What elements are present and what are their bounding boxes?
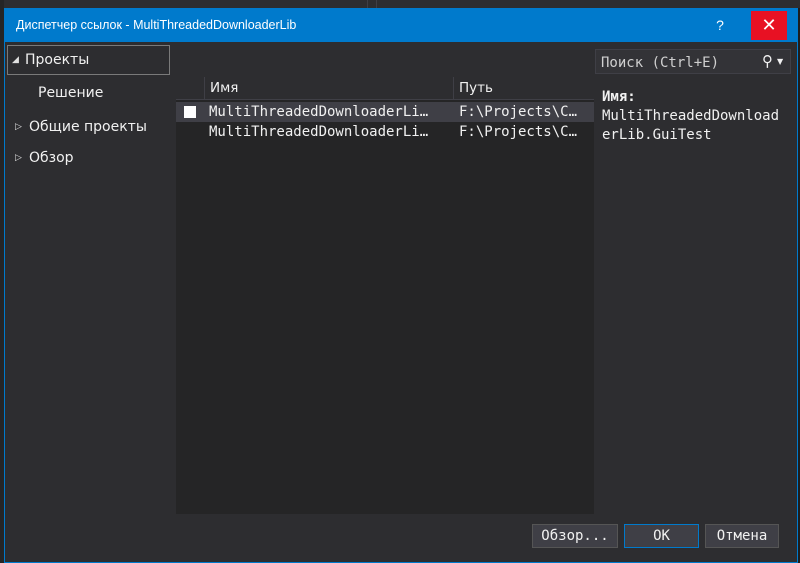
help-button[interactable]: ? bbox=[702, 12, 738, 39]
column-header-path[interactable]: Путь bbox=[454, 77, 594, 99]
ide-background-divider bbox=[376, 0, 377, 8]
search-box: ⚲ ▼ bbox=[595, 49, 791, 75]
details-panel: Имя: MultiThreadedDownloaderLib.GuiTest bbox=[602, 88, 787, 145]
left-navigation: ◢ Проекты Решение ▷ Общие проекты ▷ Обзо… bbox=[5, 42, 174, 518]
row-path: F:\Projects\C… bbox=[459, 124, 578, 140]
ok-button[interactable]: ОК bbox=[624, 524, 699, 548]
reference-manager-dialog: Диспетчер ссылок - MultiThreadedDownload… bbox=[4, 8, 798, 563]
details-value: MultiThreadedDownloaderLib.GuiTest bbox=[602, 108, 780, 143]
nav-item-label: Общие проекты bbox=[29, 119, 147, 135]
dialog-title: Диспетчер ссылок - MultiThreadedDownload… bbox=[16, 18, 297, 32]
browse-button[interactable]: Обзор... bbox=[532, 524, 618, 548]
nav-item-shared-projects[interactable]: ▷ Общие проекты bbox=[7, 113, 170, 143]
close-button[interactable]: ✕ bbox=[751, 11, 787, 40]
nav-item-projects[interactable]: ◢ Проекты bbox=[7, 45, 170, 75]
row-checkbox[interactable] bbox=[184, 106, 196, 118]
column-header-name[interactable]: Имя bbox=[205, 77, 453, 99]
nav-item-solution[interactable]: Решение bbox=[7, 79, 170, 109]
nav-item-label: Проекты bbox=[25, 52, 90, 68]
close-icon: ✕ bbox=[761, 15, 777, 35]
nav-item-browse[interactable]: ▷ Обзор bbox=[7, 144, 170, 174]
title-bar: Диспетчер ссылок - MultiThreadedDownload… bbox=[5, 9, 797, 42]
cancel-button[interactable]: Отмена bbox=[705, 524, 779, 548]
search-icon[interactable]: ⚲ bbox=[762, 53, 773, 69]
nav-item-label: Обзор bbox=[29, 150, 74, 166]
projects-table: Имя Путь MultiThreadedDownloaderLi… F:\P… bbox=[176, 77, 594, 514]
table-row[interactable]: MultiThreadedDownloaderLi… F:\Projects\C… bbox=[176, 102, 594, 122]
row-name: MultiThreadedDownloaderLi… bbox=[209, 124, 429, 140]
ide-background-divider bbox=[367, 0, 368, 8]
collapsed-triangle-icon[interactable]: ▷ bbox=[15, 113, 22, 141]
expanded-triangle-icon[interactable]: ◢ bbox=[12, 46, 19, 74]
chevron-down-icon[interactable]: ▼ bbox=[777, 57, 783, 66]
table-row[interactable]: MultiThreadedDownloaderLi… F:\Projects\C… bbox=[176, 122, 594, 142]
search-input[interactable] bbox=[596, 50, 763, 75]
details-label: Имя: bbox=[602, 89, 636, 105]
table-header: Имя Путь bbox=[176, 77, 594, 100]
row-name: MultiThreadedDownloaderLi… bbox=[209, 104, 429, 120]
nav-item-label: Решение bbox=[38, 85, 104, 101]
collapsed-triangle-icon[interactable]: ▷ bbox=[15, 144, 22, 172]
row-path: F:\Projects\C… bbox=[459, 104, 578, 120]
ide-background-strip bbox=[0, 0, 800, 8]
